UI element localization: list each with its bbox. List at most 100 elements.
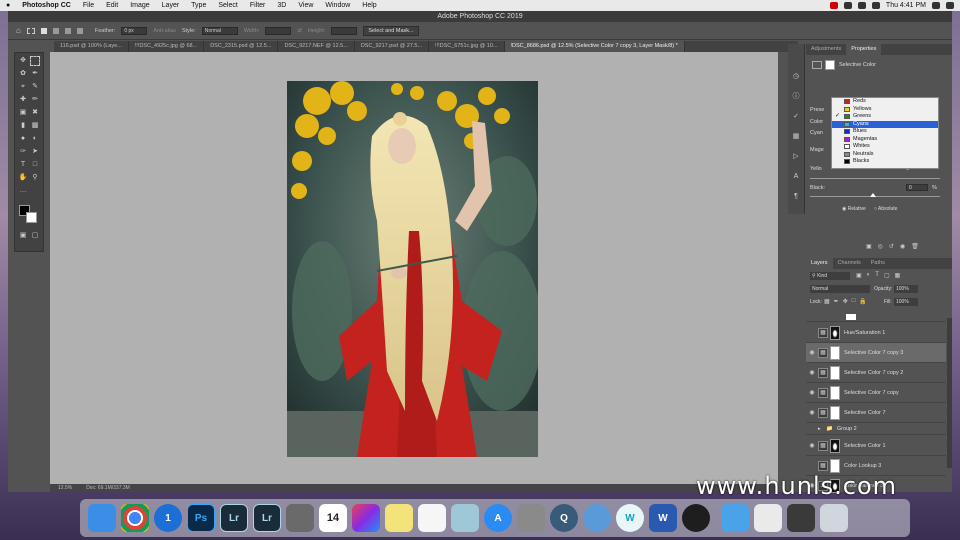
menu-select[interactable]: Select xyxy=(212,2,243,9)
layer-mask-thumbnail[interactable] xyxy=(830,385,840,400)
status-icon[interactable] xyxy=(843,2,852,9)
document-tab-active[interactable]: !DSC_8686.psd @ 12.5% (Selective Color 7… xyxy=(504,41,685,52)
height-input[interactable] xyxy=(331,26,358,35)
menu-layer[interactable]: Layer xyxy=(156,2,186,9)
photos-stack-icon[interactable] xyxy=(787,504,815,532)
antialias-checkbox[interactable]: Anti-alias xyxy=(153,28,176,34)
dodge-tool-icon[interactable]: ◐ xyxy=(30,134,40,144)
app-menu[interactable]: Photoshop CC xyxy=(16,2,77,9)
zoom-tool-icon[interactable]: ⚲ xyxy=(30,173,40,183)
layers-scrollbar[interactable] xyxy=(947,318,952,468)
filter-type-icon[interactable]: T xyxy=(875,272,879,279)
layer-mask-thumbnail[interactable] xyxy=(830,438,840,453)
tab-layers[interactable]: Layers xyxy=(806,258,833,269)
zoom-level[interactable]: 12.5% xyxy=(58,484,72,492)
menu-help[interactable]: Help xyxy=(356,2,382,9)
document-tab[interactable]: 116.psd @ 100% (Laye... xyxy=(54,41,129,52)
actions-icon[interactable]: ▷ xyxy=(791,152,801,162)
shape-tool-icon[interactable]: □ xyxy=(30,160,40,170)
eyedropper-tool-icon[interactable]: ✎ xyxy=(30,82,40,92)
healing-tool-icon[interactable]: ✚ xyxy=(18,95,28,105)
opacity-input[interactable]: 100% xyxy=(894,285,918,293)
globe-icon[interactable] xyxy=(583,504,611,532)
width-input[interactable] xyxy=(265,26,292,35)
dropdown-item-reds[interactable]: Reds xyxy=(832,98,938,106)
visibility-icon[interactable]: ◉ xyxy=(900,243,905,250)
document-icon[interactable] xyxy=(754,504,782,532)
layer-row[interactable]: ◉ ▦ Selective Color 1 xyxy=(806,436,946,456)
lock-artboard-icon[interactable]: □ xyxy=(852,298,856,305)
selection-mode-icon[interactable] xyxy=(40,27,47,34)
blur-tool-icon[interactable]: ● xyxy=(18,134,28,144)
menu-type[interactable]: Type xyxy=(185,2,212,9)
apple-menu-icon[interactable]: ● xyxy=(0,2,16,9)
photoshop-icon[interactable]: Ps xyxy=(187,504,215,532)
trash-icon[interactable] xyxy=(820,504,848,532)
eye-icon[interactable]: ◉ xyxy=(806,389,818,396)
blend-mode-select[interactable]: Normal xyxy=(810,285,870,293)
document-tab[interactable]: !!!DSC_6751c.jpg @ 10... xyxy=(429,41,505,52)
layer-row[interactable]: ▦ Hue/Saturation 1 xyxy=(806,323,946,343)
dropdown-item-whites[interactable]: Whites xyxy=(832,143,938,151)
more-tools-icon[interactable]: … xyxy=(18,186,28,196)
battery-icon[interactable] xyxy=(871,2,880,9)
notes-icon[interactable] xyxy=(385,504,413,532)
menu-edit[interactable]: Edit xyxy=(100,2,124,9)
word-icon[interactable]: W xyxy=(649,504,677,532)
image-capture-icon[interactable] xyxy=(286,504,314,532)
doc-size[interactable]: Doc: 69.1M/337.3M xyxy=(86,484,130,492)
lightroom-classic-icon[interactable]: Lr xyxy=(253,504,281,532)
dropdown-item-greens[interactable]: ✓ Greens xyxy=(832,113,938,121)
dropdown-item-magentas[interactable]: Magentas xyxy=(832,136,938,144)
background-color-swatch[interactable] xyxy=(26,212,37,223)
menu-3d[interactable]: 3D xyxy=(271,2,292,9)
select-and-mask-button[interactable]: Select and Mask... xyxy=(363,25,419,36)
quick-mask-icon[interactable]: ▣ xyxy=(18,231,28,241)
swatches-icon[interactable]: ▦ xyxy=(791,132,801,142)
selection-mode-icon[interactable] xyxy=(76,27,83,34)
brush-settings-icon[interactable]: ✓ xyxy=(791,112,801,122)
black-value-input[interactable]: 0 xyxy=(906,184,928,191)
wifi-icon[interactable] xyxy=(857,2,866,9)
1password-icon[interactable]: 1 xyxy=(154,504,182,532)
path-select-icon[interactable]: ➤ xyxy=(30,147,40,157)
eye-icon[interactable]: ◉ xyxy=(806,409,818,416)
obs-icon[interactable] xyxy=(682,504,710,532)
tab-channels[interactable]: Channels xyxy=(833,258,866,269)
filter-shape-icon[interactable]: ▢ xyxy=(884,272,890,279)
filter-pixel-icon[interactable]: ▣ xyxy=(856,272,862,279)
yellow-slider-track[interactable] xyxy=(810,178,940,179)
eye-icon[interactable]: ◉ xyxy=(806,369,818,376)
marquee-tool-icon[interactable] xyxy=(26,27,35,34)
gradient-tool-icon[interactable]: ▩ xyxy=(30,121,40,131)
crop-tool-icon[interactable]: ⌖ xyxy=(18,82,28,92)
expand-arrow-icon[interactable]: ▸ xyxy=(818,426,826,432)
tab-paths[interactable]: Paths xyxy=(866,258,890,269)
fill-input[interactable]: 100% xyxy=(894,298,918,306)
dropdown-item-blacks[interactable]: Blacks xyxy=(832,158,938,166)
layer-row[interactable]: ◉ ▦ Selective Color 7 copy 2 xyxy=(806,363,946,383)
document-tab[interactable]: DSC_9217.NEF @ 12.5... xyxy=(278,41,355,52)
pen-tool-icon[interactable]: ✑ xyxy=(18,147,28,157)
hand-tool-icon[interactable]: ✋ xyxy=(18,173,28,183)
menu-file[interactable]: File xyxy=(77,2,100,9)
quicktime-icon[interactable]: Q xyxy=(550,504,578,532)
lock-pixels-icon[interactable]: ▦ xyxy=(824,298,830,305)
screen-mode-icon[interactable]: ▢ xyxy=(30,231,40,241)
layer-mask-thumbnail[interactable] xyxy=(830,458,840,473)
document-tab[interactable]: DSC_2315.psd @ 12.5... xyxy=(204,41,279,52)
menu-image[interactable]: Image xyxy=(124,2,155,9)
layer-mask-thumbnail[interactable] xyxy=(830,325,840,340)
filter-smart-icon[interactable]: ▦ xyxy=(895,272,901,279)
character-icon[interactable]: A xyxy=(791,172,801,182)
control-center-icon[interactable] xyxy=(946,2,954,9)
quick-select-tool-icon[interactable]: ✒ xyxy=(30,69,40,79)
chrome-icon[interactable] xyxy=(121,504,149,532)
finder-icon[interactable] xyxy=(88,504,116,532)
system-preferences-icon[interactable] xyxy=(517,504,545,532)
layer-mask-thumbnail[interactable] xyxy=(830,365,840,380)
status-icon[interactable] xyxy=(829,2,838,9)
style-select[interactable]: Normal xyxy=(201,26,238,35)
document-image[interactable] xyxy=(287,81,538,457)
clip-icon[interactable]: ▣ xyxy=(866,243,872,250)
